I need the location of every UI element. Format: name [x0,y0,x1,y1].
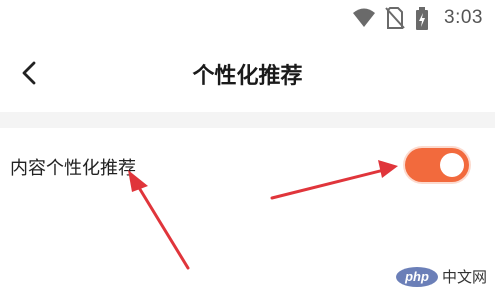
no-sim-icon [385,7,405,29]
watermark-text: 中文网 [441,268,487,286]
status-bar: 3:03 [0,0,495,36]
battery-charging-icon [416,7,428,30]
section-divider [0,112,495,128]
content-personalization-toggle[interactable] [405,148,469,182]
page-title: 个性化推荐 [192,64,303,89]
watermark: php 中文网 [395,266,487,287]
setting-label: 内容个性化推荐 [10,158,136,179]
wifi-icon [353,8,375,27]
status-time: 3:03 [444,7,483,28]
toggle-knob [440,153,464,177]
header: 个性化推荐 [0,36,495,112]
php-logo: php [395,266,438,287]
setting-row-content-personalization: 内容个性化推荐 [0,128,495,206]
